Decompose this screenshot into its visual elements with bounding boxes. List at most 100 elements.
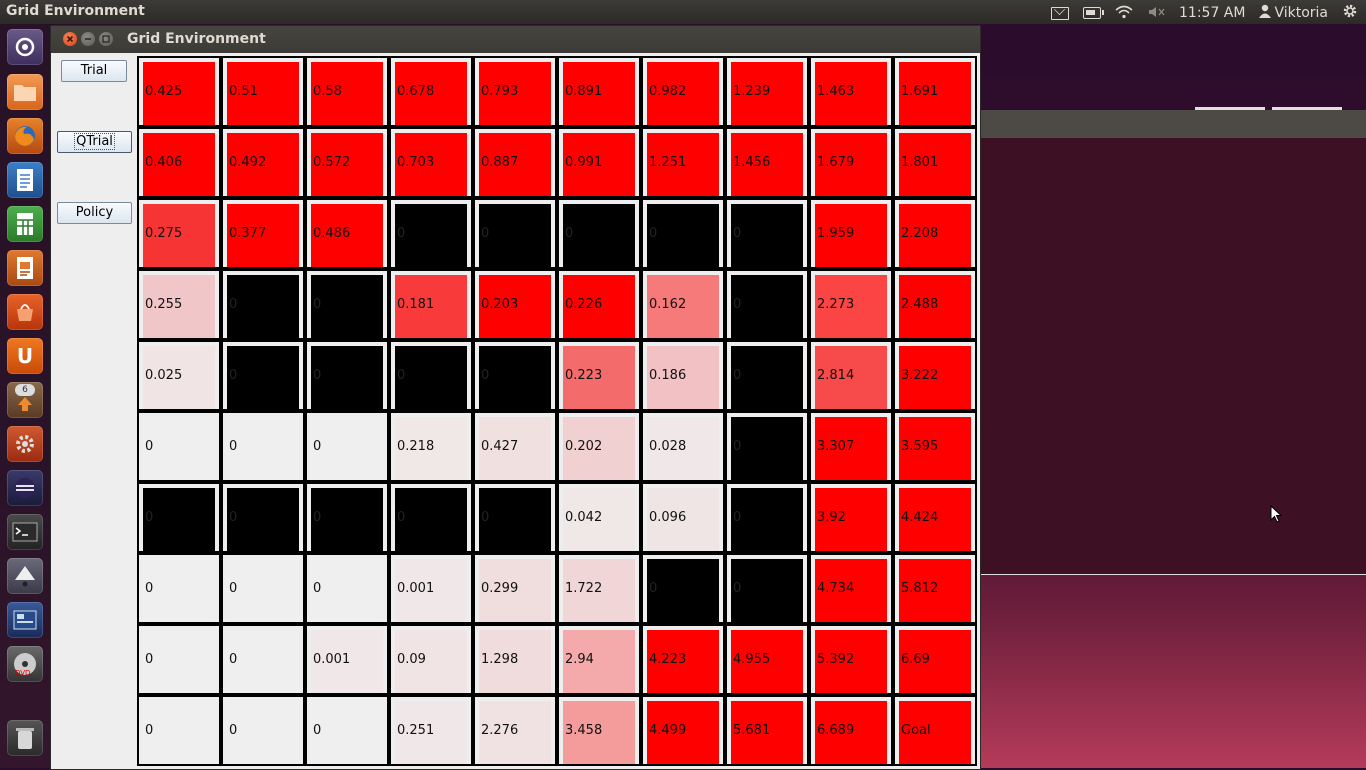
- grid-cell: 0.186: [641, 340, 725, 411]
- cell-value: 0.181: [397, 297, 435, 312]
- cell-value: 0: [145, 652, 154, 667]
- cell-value: 2.94: [565, 652, 594, 667]
- cell-fill: [311, 275, 383, 338]
- grid-cell: 1.298: [473, 624, 557, 695]
- grid-cell: 0: [305, 269, 389, 340]
- mail-icon[interactable]: [1051, 6, 1069, 20]
- cell-value: 1.463: [817, 84, 855, 99]
- grid-cell: 0.042: [557, 482, 641, 553]
- cell-value: 1.251: [649, 155, 687, 170]
- background-window-titlebar[interactable]: [980, 107, 1366, 138]
- launcher: U 6 DVD: [0, 24, 51, 768]
- grid-cell: 3.92: [809, 482, 893, 553]
- ubuntu-one-icon[interactable]: U: [7, 338, 43, 374]
- software-center-icon[interactable]: [7, 294, 43, 330]
- grid-cell: 0.218: [389, 411, 473, 482]
- cell-value: 0: [649, 581, 658, 596]
- user-icon: [1259, 4, 1272, 22]
- cell-value: 0: [397, 510, 406, 525]
- sound-muted-icon[interactable]: [1147, 5, 1165, 21]
- cell-value: 0.025: [145, 368, 183, 383]
- grid-cell: 0.572: [305, 127, 389, 198]
- background-window[interactable]: [980, 138, 1366, 575]
- grid-cell: 0: [641, 198, 725, 269]
- grid-cell: 0: [473, 482, 557, 553]
- grid-cell: 0.226: [557, 269, 641, 340]
- grid-cell: 0: [221, 340, 305, 411]
- maximize-button[interactable]: [99, 32, 113, 46]
- grid-cell: 4.223: [641, 624, 725, 695]
- calc-icon[interactable]: [7, 206, 43, 242]
- files-icon[interactable]: [7, 74, 43, 110]
- grid-cell: 0: [725, 482, 809, 553]
- grid-cell: 0.028: [641, 411, 725, 482]
- cell-fill: [227, 346, 299, 409]
- grid-cell: 0.025: [137, 340, 221, 411]
- cell-fill: [311, 488, 383, 551]
- workspaces-icon[interactable]: [7, 602, 43, 638]
- cell-value: 0.042: [565, 510, 603, 525]
- policy-button[interactable]: Policy: [57, 202, 132, 224]
- cell-value: 0: [733, 581, 742, 596]
- updates-icon[interactable]: 6: [7, 382, 43, 418]
- cell-fill: [227, 488, 299, 551]
- cell-value: 0: [145, 439, 154, 454]
- battery-icon[interactable]: [1083, 7, 1104, 19]
- grid-cell: 1.722: [557, 553, 641, 624]
- active-app-title: Grid Environment: [6, 3, 145, 19]
- clock[interactable]: 11:57 AM: [1179, 5, 1245, 21]
- cell-value: 0: [229, 297, 238, 312]
- grid-cell: 0: [137, 482, 221, 553]
- grid-cell: 1.679: [809, 127, 893, 198]
- cell-value: 4.734: [817, 581, 855, 596]
- grid-cell: 0.991: [557, 127, 641, 198]
- window-titlebar[interactable]: Grid Environment: [51, 26, 980, 53]
- cell-fill: [731, 559, 803, 622]
- ubuntu-dash-icon[interactable]: [7, 29, 43, 65]
- grid-cell: 0.982: [641, 56, 725, 127]
- minimize-button[interactable]: [81, 32, 95, 46]
- cell-value: 0.275: [145, 226, 183, 241]
- cell-value: 0.226: [565, 297, 603, 312]
- cell-value: 0.793: [481, 84, 519, 99]
- session-gear-icon[interactable]: [1342, 3, 1358, 23]
- grid-cell: 2.208: [893, 198, 977, 269]
- inkscape-icon[interactable]: [7, 558, 43, 594]
- minimize-icon: [85, 38, 91, 40]
- cell-value: 0.425: [145, 84, 183, 99]
- trial-button[interactable]: Trial: [61, 60, 127, 82]
- system-settings-icon[interactable]: [7, 426, 43, 462]
- cell-value: 0: [733, 510, 742, 525]
- cell-value: 1.691: [901, 84, 939, 99]
- wifi-icon[interactable]: [1115, 5, 1133, 21]
- cell-fill: [143, 488, 215, 551]
- eclipse-icon[interactable]: [7, 470, 43, 506]
- grid-cell: 0.492: [221, 127, 305, 198]
- cell-value: 0: [733, 368, 742, 383]
- cell-fill: [563, 204, 635, 267]
- cell-value: 1.298: [481, 652, 519, 667]
- grid-environment-window: Grid Environment Trial QTrial Policy 0.4…: [50, 25, 981, 770]
- cell-value: 6.69: [901, 652, 930, 667]
- dvd-icon[interactable]: DVD: [7, 646, 43, 682]
- trash-icon[interactable]: [7, 720, 43, 756]
- writer-icon[interactable]: [7, 162, 43, 198]
- grid-cell: 0: [389, 482, 473, 553]
- cell-value: 0.377: [229, 226, 267, 241]
- impress-icon[interactable]: [7, 250, 43, 286]
- cell-value: 4.424: [901, 510, 939, 525]
- firefox-icon[interactable]: [7, 118, 43, 154]
- grid-cell: 0: [725, 411, 809, 482]
- grid-cell: 6.69: [893, 624, 977, 695]
- close-button[interactable]: [63, 32, 77, 46]
- cell-value: 0: [313, 510, 322, 525]
- cell-fill: [731, 346, 803, 409]
- grid-cell: 0.425: [137, 56, 221, 127]
- cell-value: 0.891: [565, 84, 603, 99]
- terminal-icon[interactable]: [7, 514, 43, 550]
- cell-value: 0: [229, 439, 238, 454]
- user-menu[interactable]: Viktoria: [1259, 4, 1328, 22]
- cell-fill: [227, 275, 299, 338]
- cell-value: 0.028: [649, 439, 687, 454]
- qtrial-button[interactable]: QTrial: [57, 131, 132, 153]
